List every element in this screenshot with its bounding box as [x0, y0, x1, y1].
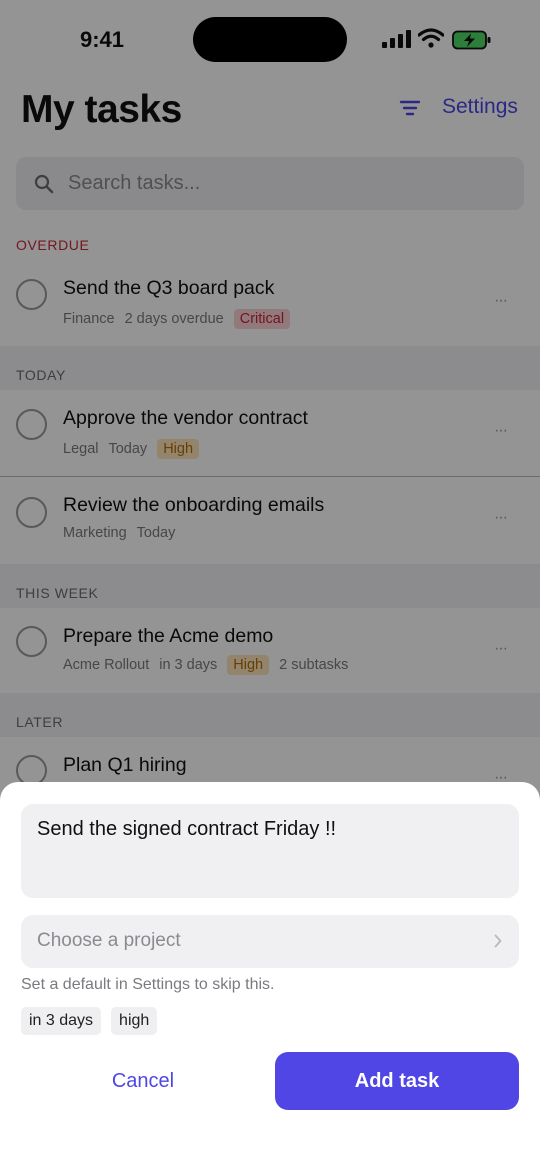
cancel-button[interactable]: Cancel: [21, 1052, 265, 1110]
add-task-button[interactable]: Add task: [275, 1052, 519, 1110]
task-title-input[interactable]: [37, 816, 507, 886]
project-picker-placeholder: Choose a project: [37, 930, 181, 951]
task-compose-field[interactable]: [21, 804, 519, 898]
due-chip[interactable]: in 3 days: [21, 1007, 102, 1035]
parsed-chips: in 3 days high: [21, 1007, 158, 1035]
add-task-sheet: Choose a project Set a default in Settin…: [0, 782, 540, 1173]
project-picker[interactable]: Choose a project: [21, 915, 519, 968]
chevron-right-icon: [494, 934, 502, 948]
task-list-screen: 9:41 My tasks Settings Search tasks... O…: [0, 0, 540, 1173]
project-hint: Set a default in Settings to skip this.: [21, 976, 275, 993]
priority-chip[interactable]: high: [111, 1007, 158, 1035]
